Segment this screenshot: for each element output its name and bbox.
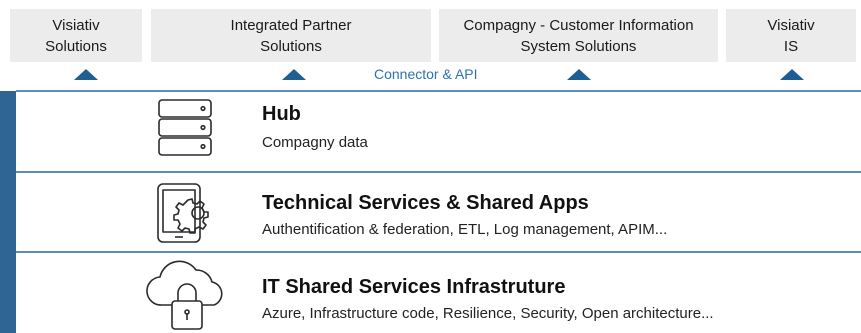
top-box-integrated-partner-solutions: Integrated Partner Solutions bbox=[151, 9, 431, 62]
layer-title-infrastructure: IT Shared Services Infrastruture bbox=[262, 276, 566, 298]
layer-subtitle-technical-services: Authentification & federation, ETL, Log … bbox=[262, 221, 668, 238]
side-accent-bar bbox=[0, 91, 16, 333]
layer-divider bbox=[16, 171, 861, 173]
layer-divider bbox=[16, 251, 861, 253]
up-arrow-icon bbox=[282, 69, 306, 80]
top-box-label: Compagny - Customer Information System S… bbox=[463, 16, 694, 55]
server-stack-icon bbox=[156, 98, 214, 158]
up-arrow-icon bbox=[780, 69, 804, 80]
top-box-visiativ-solutions: Visiativ Solutions bbox=[10, 9, 142, 62]
top-box-label: Visiativ IS bbox=[767, 16, 815, 55]
layer-title-hub: Hub bbox=[262, 103, 301, 125]
top-box-customer-is-solutions: Compagny - Customer Information System S… bbox=[439, 9, 718, 62]
cloud-lock-icon bbox=[146, 257, 228, 333]
up-arrow-icon bbox=[74, 69, 98, 80]
layer-subtitle-infrastructure: Azure, Infrastructure code, Resilience, … bbox=[262, 305, 714, 322]
layer-subtitle-hub: Compagny data bbox=[262, 134, 368, 151]
device-gear-icon bbox=[153, 181, 217, 245]
layer-title-technical-services: Technical Services & Shared Apps bbox=[262, 192, 589, 214]
connector-label: Connector & API bbox=[374, 66, 478, 82]
top-box-label: Integrated Partner Solutions bbox=[230, 16, 352, 55]
layer-divider bbox=[16, 90, 861, 92]
up-arrow-icon bbox=[567, 69, 591, 80]
top-box-label: Visiativ Solutions bbox=[45, 16, 107, 55]
top-box-visiativ-is: Visiativ IS bbox=[726, 9, 856, 62]
